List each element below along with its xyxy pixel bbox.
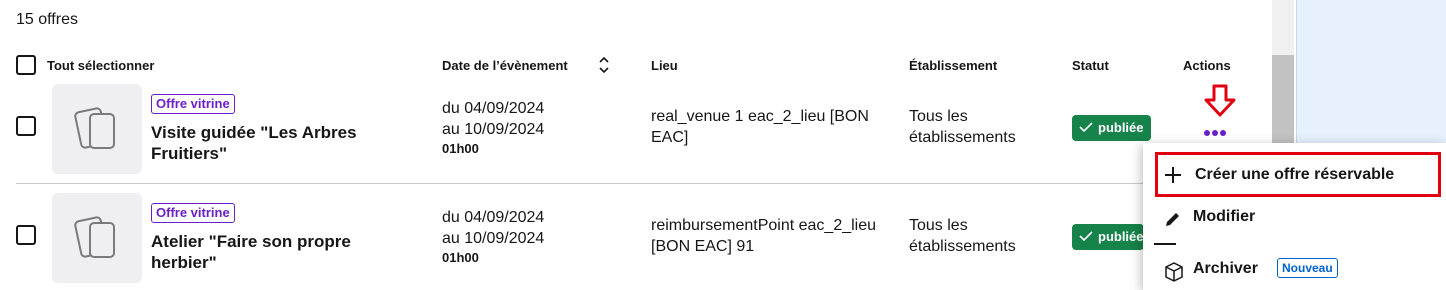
row-divider [16, 183, 1271, 184]
offer-thumbnail [52, 193, 142, 283]
pencil-icon [1166, 213, 1179, 226]
offer-title[interactable]: Atelier "Faire son propre herbier" [151, 231, 391, 273]
row-checkbox[interactable] [16, 225, 36, 245]
date-from: du 04/09/2024 [442, 209, 545, 226]
event-hour: 01h00 [442, 250, 479, 265]
edit-label: Modifier [1193, 208, 1256, 225]
new-badge: Nouveau [1277, 258, 1338, 278]
check-icon [1079, 122, 1093, 133]
offer-title[interactable]: Visite guidée "Les Arbres Fruitiers" [151, 122, 391, 164]
down-arrow-icon [1204, 84, 1236, 117]
archive-item[interactable]: Archiver Nouveau [1143, 255, 1446, 290]
select-all-checkbox[interactable] [16, 55, 36, 75]
offer-etablissement: Tous les établissements [909, 108, 1016, 146]
create-bookable-offer-item[interactable]: Créer une offre réservable [1155, 152, 1441, 197]
archive-box-icon [1165, 262, 1183, 282]
status-badge: publiée [1072, 224, 1144, 250]
offer-thumbnail [52, 84, 142, 174]
event-date: du 04/09/2024 au 10/09/2024 01h00 [442, 98, 544, 157]
actions-menu: Créer une offre réservable Modifier Arch… [1143, 143, 1446, 290]
event-hour: 01h00 [442, 141, 479, 156]
column-statut: Statut [1072, 58, 1109, 73]
row-checkbox[interactable] [16, 116, 36, 136]
select-all-label[interactable]: Tout sélectionner [47, 58, 154, 73]
status-badge: publiée [1072, 115, 1151, 141]
date-to: au 10/09/2024 [442, 230, 545, 247]
menu-separator [1154, 243, 1176, 245]
image-placeholder-icon [74, 216, 115, 258]
table-row: Offre vitrine Visite guidée "Les Arbres … [16, 84, 1263, 184]
sort-icon[interactable] [596, 54, 612, 76]
image-placeholder-icon [74, 107, 115, 149]
edit-item[interactable]: Modifier [1143, 201, 1446, 241]
column-etablissement: Établissement [909, 58, 998, 73]
column-date: Date de l’évènement [442, 58, 568, 73]
offers-count: 15 offres [16, 11, 78, 28]
status-label: publiée [1098, 229, 1144, 244]
offer-lieu: reimbursementPoint eac_2_lieu [BON EAC] … [651, 217, 877, 255]
column-actions: Actions [1183, 58, 1231, 73]
archive-label: Archiver [1193, 260, 1258, 277]
more-dots-icon[interactable] [1204, 123, 1232, 136]
offer-type-badge: Offre vitrine [151, 203, 235, 223]
event-date: du 04/09/2024 au 10/09/2024 01h00 [442, 207, 544, 266]
plus-icon [1165, 167, 1181, 183]
offer-etablissement: Tous les établissements [909, 217, 1016, 255]
create-bookable-offer-label: Créer une offre réservable [1195, 166, 1395, 183]
date-from: du 04/09/2024 [442, 100, 545, 117]
column-lieu: Lieu [651, 58, 678, 73]
date-to: au 10/09/2024 [442, 121, 545, 138]
offer-lieu: real_venue 1 eac_2_lieu [BON EAC] [651, 108, 869, 146]
table-row: Offre vitrine Atelier "Faire son propre … [16, 193, 1263, 290]
check-icon [1079, 231, 1093, 242]
offer-type-badge: Offre vitrine [151, 94, 235, 114]
status-label: publiée [1098, 120, 1144, 135]
table-header: Tout sélectionner Date de l’évènement Li… [16, 55, 1263, 77]
